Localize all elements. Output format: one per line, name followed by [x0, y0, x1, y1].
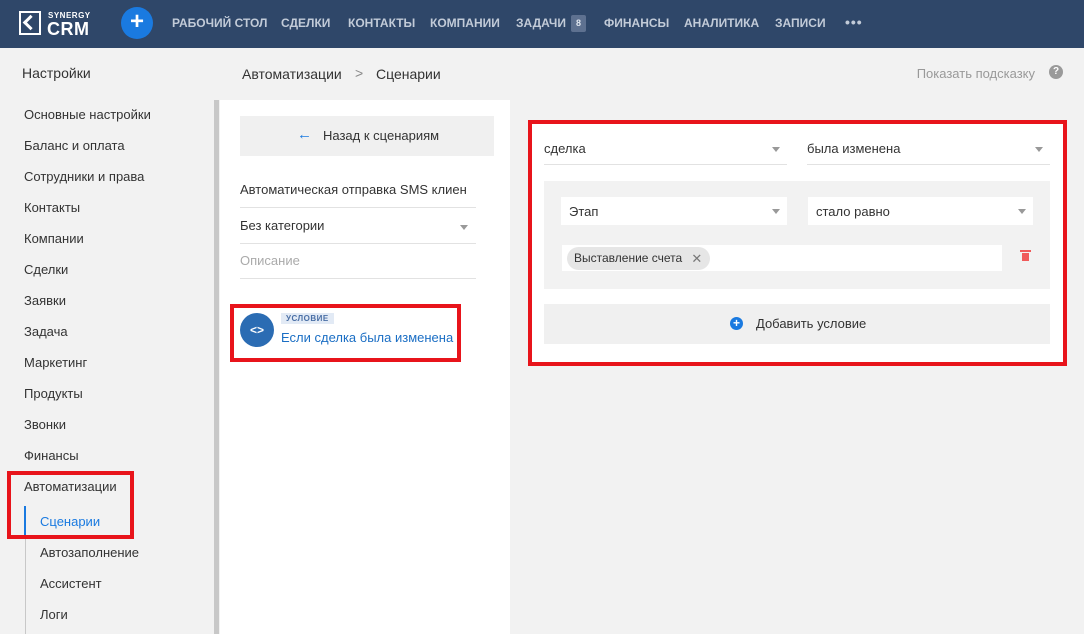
nav-item-analytics[interactable]: АНАЛИТИКА [684, 0, 759, 48]
plus-circle-icon: + [730, 317, 743, 330]
sidebar-item-companies[interactable]: Компании [24, 231, 84, 246]
sidebar-item-employees[interactable]: Сотрудники и права [24, 169, 144, 184]
sidebar-subitem-assistant[interactable]: Ассистент [40, 576, 102, 591]
highlight-box-condition [230, 304, 461, 362]
settings-sidebar: Настройки Основные настройки Баланс и оп… [0, 48, 214, 634]
nav-item-companies[interactable]: КОМПАНИИ [430, 0, 500, 48]
description-field[interactable]: Описание [240, 243, 476, 279]
nav-item-contacts[interactable]: КОНТАКТЫ [348, 0, 415, 48]
operator-select[interactable]: стало равно [808, 197, 1033, 225]
nav-item-desktop[interactable]: РАБОЧИЙ СТОЛ [172, 0, 267, 48]
add-condition-button[interactable]: + Добавить условие [544, 304, 1050, 344]
chevron-down-icon [772, 209, 780, 214]
category-value: Без категории [240, 218, 325, 233]
scenario-panel: ← Назад к сценариям Автоматическая отпра… [220, 100, 510, 634]
entity-select-value: сделка [544, 141, 586, 156]
event-select[interactable]: была изменена [807, 131, 1050, 165]
scenario-name-field[interactable]: Автоматическая отправка SMS клиен [240, 172, 476, 208]
sidebar-subitem-autofill[interactable]: Автозаполнение [40, 545, 139, 560]
sidebar-item-marketing[interactable]: Маркетинг [24, 355, 87, 370]
value-chip-input[interactable]: Выставление счета ✕ [562, 245, 1002, 271]
chevron-down-icon [772, 147, 780, 152]
sidebar-item-products[interactable]: Продукты [24, 386, 83, 401]
sidebar-item-balance[interactable]: Баланс и оплата [24, 138, 125, 153]
show-hint-link[interactable]: Показать подсказку [917, 66, 1035, 81]
more-menu-icon[interactable]: ••• [845, 0, 863, 48]
sidebar-title: Настройки [22, 65, 91, 81]
sidebar-item-calls[interactable]: Звонки [24, 417, 66, 432]
back-button-label: Назад к сценариям [323, 128, 440, 143]
description-placeholder: Описание [240, 253, 300, 268]
operator-select-value: стало равно [816, 204, 890, 219]
highlight-box-scenarios [7, 471, 134, 539]
sidebar-item-requests[interactable]: Заявки [24, 293, 66, 308]
tasks-count-badge: 8 [571, 15, 587, 32]
logo-main-text: CRM [47, 19, 90, 39]
sidebar-subitem-logs[interactable]: Логи [40, 607, 68, 622]
back-to-scenarios-button[interactable]: ← Назад к сценариям [240, 116, 494, 156]
sidebar-item-contacts[interactable]: Контакты [24, 200, 80, 215]
arrow-left-icon: ← [297, 126, 312, 143]
top-navigation-bar: SYNERGY CRM + РАБОЧИЙ СТОЛ СДЕЛКИ КОНТАК… [0, 0, 1084, 48]
nav-item-finance[interactable]: ФИНАНСЫ [604, 0, 669, 48]
chevron-down-icon [1035, 147, 1043, 152]
help-icon[interactable]: ? [1049, 65, 1063, 79]
breadcrumb-automations[interactable]: Автоматизации [242, 66, 342, 82]
field-select[interactable]: Этап [561, 197, 787, 225]
field-select-value: Этап [569, 204, 599, 219]
sidebar-scrollbar[interactable] [214, 100, 219, 634]
sidebar-item-finance[interactable]: Финансы [24, 448, 79, 463]
nav-item-records[interactable]: ЗАПИСИ [775, 0, 826, 48]
add-condition-label: Добавить условие [756, 316, 867, 331]
entity-select[interactable]: сделка [544, 131, 787, 165]
breadcrumb-scenarios: Сценарии [376, 66, 441, 82]
chevron-down-icon [1018, 209, 1026, 214]
nav-item-tasks[interactable]: ЗАДАЧИ 8 [516, 0, 587, 48]
scenario-name-value: Автоматическая отправка SMS клиен [240, 182, 467, 197]
value-chip-label: Выставление счета [574, 251, 683, 265]
chevron-down-icon [460, 225, 468, 230]
value-chip: Выставление счета ✕ [567, 247, 711, 270]
sidebar-item-deals[interactable]: Сделки [24, 262, 68, 277]
sidebar-item-task[interactable]: Задача [24, 324, 68, 339]
page-header: Автоматизации > Сценарии Показать подска… [219, 48, 1084, 100]
synergy-crm-logo[interactable]: SYNERGY CRM [19, 11, 97, 39]
category-select[interactable]: Без категории [240, 208, 476, 244]
event-select-value: была изменена [807, 141, 901, 156]
delete-condition-icon[interactable] [1020, 250, 1031, 262]
sidebar-item-general[interactable]: Основные настройки [24, 107, 151, 122]
breadcrumb-separator-icon: > [355, 65, 364, 81]
nav-item-deals[interactable]: СДЕЛКИ [281, 0, 330, 48]
create-new-button[interactable]: + [121, 7, 153, 39]
logo-mark-icon [19, 11, 41, 35]
remove-chip-icon[interactable]: ✕ [691, 247, 702, 270]
nav-item-tasks-label: ЗАДАЧИ [516, 16, 566, 30]
